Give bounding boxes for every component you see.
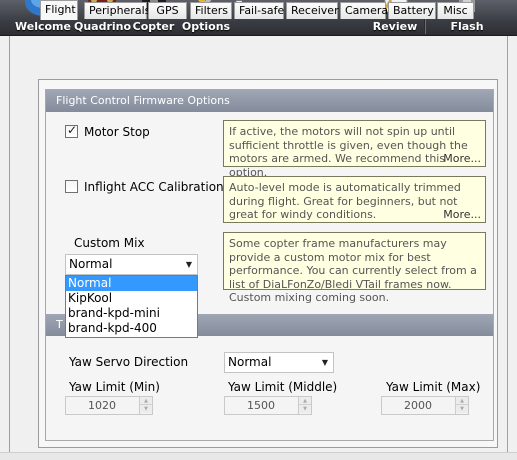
spinner-down-icon[interactable]: ▼ (140, 405, 152, 413)
tab-battery[interactable]: Battery (388, 2, 436, 19)
spinner-buttons: ▲ ▼ (139, 397, 152, 414)
custom-mix-dropdown-list: Normal KipKool brand-kpd-mini brand-kpd-… (65, 275, 198, 338)
bottom-strip (0, 452, 517, 460)
yaw-servo-direction-value: Normal (228, 355, 272, 369)
tab-peripherals[interactable]: Peripherals (84, 2, 150, 19)
tab-filters[interactable]: Filters (190, 2, 232, 19)
custom-mix-label: Custom Mix (74, 236, 145, 250)
group-header-firmware-options: Flight Control Firmware Options (46, 90, 493, 112)
copter-label: Copter (132, 20, 175, 33)
yaw-limit-max-label: Yaw Limit (Max) (386, 380, 481, 394)
inflight-acc-info-text: Auto-level mode is automatically trimmed… (229, 181, 461, 221)
custom-mix-select[interactable]: Normal ▼ (65, 254, 198, 275)
spinner-up-icon[interactable]: ▲ (140, 397, 152, 405)
dropdown-option-normal[interactable]: Normal (66, 276, 197, 291)
yaw-limit-middle-value: 1500 (247, 399, 275, 412)
quadrino-label: Quadrino (74, 20, 132, 33)
welcome-label: Welcome (15, 20, 71, 33)
tab-camera[interactable]: Camera (340, 2, 388, 19)
yaw-servo-direction-select[interactable]: Normal ▼ (224, 352, 334, 373)
spinner-buttons: ▲ ▼ (298, 397, 311, 414)
dropdown-option-kipkool[interactable]: KipKool (66, 291, 197, 306)
spinner-down-icon[interactable]: ▼ (456, 405, 468, 413)
yaw-limit-middle-spinner[interactable]: 1500 ▲ ▼ (224, 396, 312, 415)
tab-flight[interactable]: Flight (40, 0, 78, 20)
tab-receiver[interactable]: Receiver (286, 2, 339, 19)
checkmark-icon: ✓ (67, 123, 78, 137)
yaw-limit-max-spinner[interactable]: 2000 ▲ ▼ (381, 396, 469, 415)
yaw-limit-min-label: Yaw Limit (Min) (69, 380, 160, 394)
inflight-acc-label: Inflight ACC Calibration (84, 180, 224, 194)
motor-stop-checkbox[interactable]: ✓ (65, 123, 78, 138)
motor-stop-more-link[interactable]: More... (443, 152, 481, 166)
yaw-limit-middle-label: Yaw Limit (Middle) (228, 380, 338, 394)
review-label: Review (372, 20, 418, 33)
inflight-acc-checkbox[interactable] (65, 180, 78, 193)
spinner-buttons: ▲ ▼ (455, 397, 468, 414)
yaw-servo-direction-label: Yaw Servo Direction (69, 355, 189, 369)
tab-fail-safe[interactable]: Fail-safe (234, 2, 284, 19)
chevron-down-icon: ▼ (321, 358, 328, 367)
motor-stop-info-box: If active, the motors will not spin up u… (223, 120, 486, 179)
spinner-down-icon[interactable]: ▼ (299, 405, 311, 413)
dropdown-option-brand-kpd-400[interactable]: brand-kpd-400 (66, 321, 197, 336)
spinner-up-icon[interactable]: ▲ (299, 397, 311, 405)
tab-gps[interactable]: GPS (148, 2, 187, 19)
custom-mix-selected-value: Normal (69, 257, 113, 271)
custom-mix-info-box: Some copter frame manufacturers may prov… (223, 232, 486, 304)
inflight-acc-more-link[interactable]: More... (443, 208, 481, 222)
yaw-limit-min-value: 1020 (88, 399, 116, 412)
chevron-down-icon: ▼ (185, 260, 192, 269)
inflight-acc-info-box: Auto-level mode is automatically trimmed… (223, 176, 486, 223)
motor-stop-label: Motor Stop (84, 125, 150, 139)
options-label: Options (181, 20, 231, 33)
spinner-up-icon[interactable]: ▲ (456, 397, 468, 405)
tab-misc[interactable]: Misc (437, 2, 474, 19)
yaw-limit-min-spinner[interactable]: 1020 ▲ ▼ (65, 396, 153, 415)
flash-label: Flash (450, 20, 484, 33)
dropdown-option-brand-kpd-mini[interactable]: brand-kpd-mini (66, 306, 197, 321)
yaw-limit-max-value: 2000 (404, 399, 432, 412)
